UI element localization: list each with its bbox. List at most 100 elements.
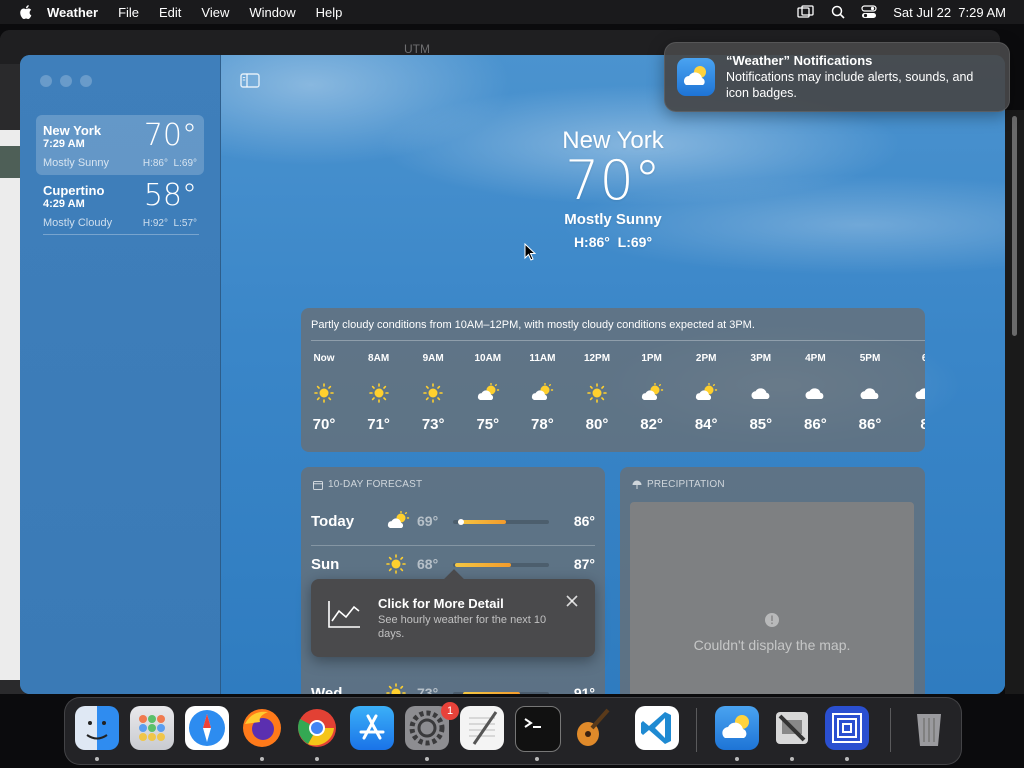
vscode-icon[interactable] (635, 706, 679, 750)
temperature-range-bar (453, 563, 549, 567)
forecast-row[interactable]: Wed 73° 91° (311, 677, 595, 694)
hourly-list: Now 70° 8AM 71° 9AM 73° 10AM 75° 11AM 78° 12PM 80° 1… (301, 352, 925, 452)
more-detail-popover[interactable]: Click for More Detail See hourly weather… (311, 569, 595, 657)
forecast-high: 91° (573, 685, 595, 694)
hour-temp: 71° (367, 416, 390, 433)
city-hilo: H:86° L:69° (142, 158, 197, 169)
hour-temp: 82° (640, 416, 663, 433)
partly-cloudy-icon (386, 510, 410, 536)
utm-icon[interactable] (825, 706, 869, 750)
hour-temp: 84° (694, 416, 718, 433)
hourly-item: 68 (898, 352, 925, 433)
sun-icon (406, 378, 460, 408)
notification-banner[interactable]: “Weather” Notifications Notifications ma… (664, 42, 1010, 112)
sun-icon (352, 378, 406, 408)
hour-label: 5PM (859, 353, 881, 364)
menu-view[interactable]: View (201, 5, 229, 20)
running-indicator (735, 757, 739, 761)
finder-icon[interactable] (75, 706, 119, 750)
control-center-icon[interactable] (861, 5, 877, 19)
spotlight-search-icon[interactable] (831, 5, 845, 19)
safari-icon[interactable] (185, 706, 229, 750)
forecast-header-label: 10-DAY FORECAST (328, 479, 423, 490)
close-window-button[interactable] (40, 75, 52, 87)
popover-title: Click for More Detail (378, 596, 504, 611)
running-indicator (95, 757, 99, 761)
apple-menu-icon[interactable] (19, 5, 33, 19)
hour-label: 8AM (368, 353, 390, 364)
city-temp: 58° (143, 178, 197, 213)
dock: 1 (64, 697, 962, 765)
background-window-scrollbar[interactable] (1005, 110, 1024, 694)
sun-icon (301, 378, 351, 408)
menu-edit[interactable]: Edit (159, 5, 181, 20)
weather-dock-icon[interactable] (715, 706, 759, 750)
forecast-high: 87° (573, 556, 595, 572)
screen-mirroring-icon[interactable] (797, 5, 815, 19)
menubar-clock[interactable]: Sat Jul 22 7:29 AM (893, 5, 1006, 20)
close-icon[interactable] (565, 594, 579, 608)
minimize-window-button[interactable] (60, 75, 72, 87)
map-error-message: Couldn't display the map. (693, 637, 851, 653)
sidebar-city-cupertino[interactable]: Cupertino 4:29 AM 58° Mostly Cloudy H:92… (36, 175, 204, 235)
city-time: 7:29 AM (43, 138, 85, 150)
running-indicator (845, 757, 849, 761)
city-divider (43, 234, 199, 235)
running-indicator (535, 757, 539, 761)
hourly-item: 11AM 78° (515, 352, 569, 433)
forecast-header: 10-DAY FORECAST (313, 479, 422, 490)
scrollbar-thumb[interactable] (1012, 116, 1017, 336)
partly-cloudy-icon (679, 378, 733, 408)
forecast-low: 69° (417, 513, 439, 529)
sun-icon (386, 683, 406, 694)
forecast-day: Today (311, 513, 355, 530)
popover-description: See hourly weather for the next 10 days. (378, 614, 547, 640)
info-icon (765, 613, 779, 627)
hour-temp: 8 (920, 416, 925, 433)
zoom-window-button[interactable] (80, 75, 92, 87)
hour-temp: 70° (312, 416, 336, 433)
current-temp: 70° (565, 149, 661, 212)
dock-separator (890, 708, 891, 752)
hour-temp: 75° (476, 416, 500, 433)
hour-temp: 78° (531, 416, 554, 433)
hourly-item: 2PM 84° (679, 352, 733, 433)
temperature-range-bar (453, 519, 549, 525)
hourly-item: 10AM 75° (461, 352, 515, 433)
precipitation-header: PRECIPITATION (632, 479, 725, 490)
current-temp-dot (457, 519, 464, 525)
firefox-icon[interactable] (240, 706, 284, 750)
menu-file[interactable]: File (118, 5, 139, 20)
trash-icon[interactable] (907, 706, 951, 750)
utility-app-icon[interactable] (770, 706, 814, 750)
menu-window[interactable]: Window (249, 5, 295, 20)
sidebar-city-new-york[interactable]: New York 7:29 AM 70° Mostly Sunny H:86° … (36, 115, 204, 175)
city-hilo: H:92° L:57° (142, 218, 197, 229)
precipitation-map: Couldn't display the map. (630, 502, 914, 694)
background-window-panel (0, 130, 20, 680)
hourly-item: 12PM 80° (570, 352, 624, 433)
background-window-element (0, 146, 20, 178)
launchpad-icon[interactable] (130, 706, 174, 750)
garageband-icon[interactable] (570, 706, 614, 750)
hour-label: 11AM (529, 353, 556, 364)
chrome-icon[interactable] (295, 706, 339, 750)
menu-app-weather[interactable]: Weather (47, 5, 98, 20)
forecast-row[interactable]: Today 69° 86° (311, 505, 595, 541)
menu-help[interactable]: Help (316, 5, 343, 20)
app-store-icon[interactable] (350, 706, 394, 750)
city-name: New York (43, 123, 102, 138)
umbrella-icon (632, 480, 642, 489)
sidebar-toggle-icon[interactable] (240, 73, 260, 88)
city-name: Cupertino (43, 183, 105, 198)
hour-label: 12PM (583, 353, 611, 364)
hourly-forecast-card[interactable]: Partly cloudy conditions from 10AM–12PM,… (301, 308, 925, 452)
terminal-icon[interactable] (515, 706, 561, 752)
textedit-icon[interactable] (460, 706, 504, 750)
precipitation-card[interactable]: PRECIPITATION Couldn't display the map. (620, 467, 925, 694)
hour-label: 4PM (805, 353, 826, 364)
current-conditions: New York 70° Mostly Sunny H:86° L:69° (513, 127, 713, 250)
current-condition: Mostly Sunny (564, 211, 662, 228)
notification-badge: 1 (441, 702, 459, 720)
hour-label: 6 (921, 353, 925, 364)
